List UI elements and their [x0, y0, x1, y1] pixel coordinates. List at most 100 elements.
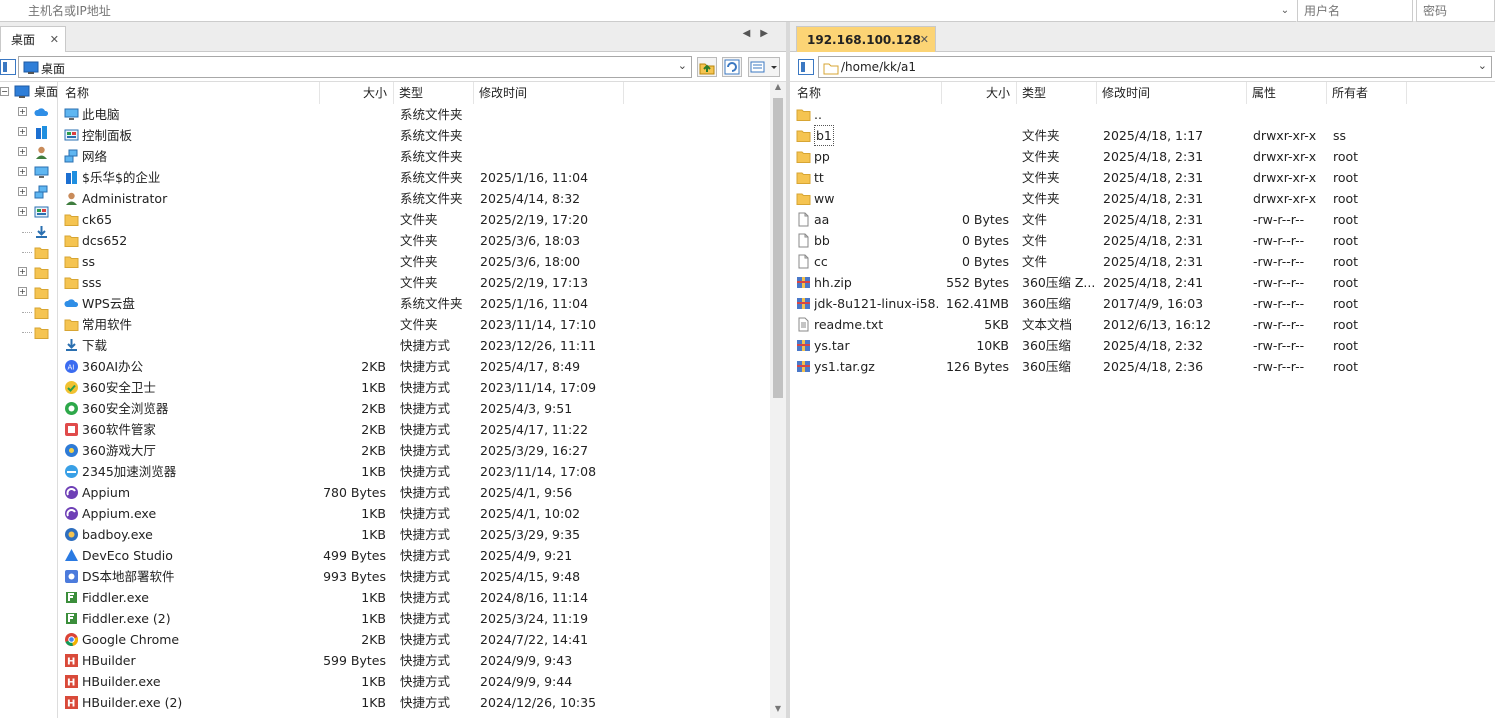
table-row[interactable]: 此电脑 系统文件夹 — [60, 104, 770, 125]
table-row[interactable]: AI 360AI办公 2KB 快捷方式 2025/4/17, 8:49 — [60, 356, 770, 377]
table-row[interactable]: DS本地部署软件 993 Bytes 快捷方式 2025/4/15, 9:48 — [60, 566, 770, 587]
tree-item-desktop[interactable]: 桌面 − — [0, 82, 57, 102]
column-header-permissions[interactable]: 属性 — [1247, 82, 1327, 104]
local-scrollbar[interactable]: ▲ ▼ — [770, 82, 786, 718]
table-row[interactable]: 常用软件 文件夹 2023/11/14, 17:10 — [60, 314, 770, 335]
tab-scroll-arrows[interactable]: ◀▶ — [743, 28, 778, 39]
column-header-mtime[interactable]: 修改时间 — [1097, 82, 1247, 104]
remote-path-combo[interactable]: /home/kk/a1 ⌄ — [818, 56, 1492, 78]
table-row[interactable]: cc 0 Bytes 文件 2025/4/18, 2:31 -rw-r--r-- root — [790, 251, 1495, 272]
table-row[interactable]: sss 文件夹 2025/2/19, 17:13 — [60, 272, 770, 293]
table-row[interactable]: Administrator 系统文件夹 2025/4/14, 8:32 — [60, 188, 770, 209]
tree-expander[interactable]: + — [18, 267, 27, 276]
chevron-down-icon[interactable]: ⌄ — [1478, 59, 1487, 72]
chevron-down-icon[interactable]: ⌄ — [1276, 1, 1294, 21]
table-row[interactable]: 360安全浏览器 2KB 快捷方式 2025/4/3, 9:51 — [60, 398, 770, 419]
tree-expander[interactable]: − — [0, 87, 9, 96]
table-row[interactable]: pp 文件夹 2025/4/18, 2:31 drwxr-xr-x root — [790, 146, 1495, 167]
table-row[interactable]: ys1.tar.gz 126 Bytes 360压缩 2025/4/18, 2:36 -… — [790, 356, 1495, 377]
tree-item[interactable]: + — [0, 142, 57, 162]
tree-item[interactable]: + — [0, 282, 57, 302]
table-row[interactable]: badboy.exe 1KB 快捷方式 2025/3/29, 9:35 — [60, 524, 770, 545]
tree-expander[interactable]: + — [18, 147, 27, 156]
table-row[interactable]: H HBuilder 599 Bytes 快捷方式 2024/9/9, 9:43 — [60, 650, 770, 671]
table-row[interactable]: 控制面板 系统文件夹 — [60, 125, 770, 146]
tree-item[interactable]: + — [0, 262, 57, 282]
table-row[interactable]: ss 文件夹 2025/3/6, 18:00 — [60, 251, 770, 272]
column-header-owner[interactable]: 所有者 — [1327, 82, 1407, 104]
tree-expander[interactable]: + — [18, 207, 27, 216]
table-row[interactable]: Appium.exe 1KB 快捷方式 2025/4/1, 10:02 — [60, 503, 770, 524]
table-row[interactable]: 360安全卫士 1KB 快捷方式 2023/11/14, 17:09 — [60, 377, 770, 398]
tree-item[interactable]: + — [0, 162, 57, 182]
table-row[interactable]: ww 文件夹 2025/4/18, 2:31 drwxr-xr-x root — [790, 188, 1495, 209]
table-row[interactable]: H HBuilder.exe 1KB 快捷方式 2024/9/9, 9:44 — [60, 671, 770, 692]
tree-item[interactable]: + — [0, 122, 57, 142]
table-row[interactable]: 360游戏大厅 2KB 快捷方式 2025/3/29, 16:27 — [60, 440, 770, 461]
tree-expander[interactable]: + — [18, 287, 27, 296]
view-mode-button[interactable] — [748, 57, 780, 77]
refresh-button[interactable] — [722, 57, 742, 77]
close-icon[interactable]: ✕ — [920, 27, 929, 53]
local-path-combo[interactable]: 桌面 ⌄ — [18, 56, 692, 78]
file-size: 0 Bytes — [961, 254, 1009, 269]
app-appium-icon — [64, 485, 79, 500]
tree-item[interactable] — [0, 242, 57, 262]
table-row[interactable]: Fiddler.exe (2) 1KB 快捷方式 2025/3/24, 11:19 — [60, 608, 770, 629]
table-row[interactable]: bb 0 Bytes 文件 2025/4/18, 2:31 -rw-r--r-- root — [790, 230, 1495, 251]
table-row[interactable]: hh.zip 552 Bytes 360压缩 Z... 2025/4/18, 2:41… — [790, 272, 1495, 293]
tree-expander[interactable]: + — [18, 127, 27, 136]
tree-expander[interactable]: + — [18, 167, 27, 176]
column-header-mtime[interactable]: 修改时间 — [474, 82, 624, 104]
table-row[interactable]: Fiddler.exe 1KB 快捷方式 2024/8/16, 11:14 — [60, 587, 770, 608]
close-icon[interactable]: ✕ — [50, 27, 59, 53]
table-row[interactable]: 下载 快捷方式 2023/12/26, 11:11 — [60, 335, 770, 356]
scroll-thumb[interactable] — [773, 98, 783, 398]
password-input[interactable] — [1416, 0, 1495, 22]
scroll-up-icon[interactable]: ▲ — [770, 82, 786, 96]
table-row[interactable]: H HBuilder.exe (2) 1KB 快捷方式 2024/12/26, 10:3… — [60, 692, 770, 713]
archive-icon — [796, 359, 811, 374]
column-header-size[interactable]: 大小 — [320, 82, 394, 104]
table-row[interactable]: 2345加速浏览器 1KB 快捷方式 2023/11/14, 17:08 — [60, 461, 770, 482]
table-row[interactable]: dcs652 文件夹 2025/3/6, 18:03 — [60, 230, 770, 251]
tab-local-desktop[interactable]: 桌面 ✕ — [0, 26, 66, 52]
tree-item[interactable]: + — [0, 182, 57, 202]
tree-item[interactable]: + — [0, 102, 57, 122]
table-row[interactable]: b1 文件夹 2025/4/18, 1:17 drwxr-xr-x ss — [790, 125, 1495, 146]
table-row[interactable]: $乐华$的企业 系统文件夹 2025/1/16, 11:04 — [60, 167, 770, 188]
scroll-down-icon[interactable]: ▼ — [770, 704, 786, 718]
table-row[interactable]: ys.tar 10KB 360压缩 2025/4/18, 2:32 -rw-r--r--… — [790, 335, 1495, 356]
file-size: 2KB — [361, 401, 386, 416]
tree-item[interactable] — [0, 302, 57, 322]
tree-item[interactable] — [0, 222, 57, 242]
tree-expander[interactable]: + — [18, 107, 27, 116]
table-row[interactable]: aa 0 Bytes 文件 2025/4/18, 2:31 -rw-r--r-- root — [790, 209, 1495, 230]
username-input[interactable] — [1297, 0, 1413, 22]
table-row[interactable]: .. — [790, 104, 1495, 125]
panel-view-icon[interactable] — [798, 59, 814, 75]
table-row[interactable]: WPS云盘 系统文件夹 2025/1/16, 11:04 — [60, 293, 770, 314]
tree-item[interactable]: + — [0, 202, 57, 222]
panel-view-icon[interactable] — [0, 59, 16, 75]
tree-item[interactable] — [0, 322, 57, 342]
file-mtime: 2025/3/24, 11:19 — [480, 611, 589, 626]
table-row[interactable]: 网络 系统文件夹 — [60, 146, 770, 167]
table-row[interactable]: Appium 780 Bytes 快捷方式 2025/4/1, 9:56 — [60, 482, 770, 503]
column-header-type[interactable]: 类型 — [394, 82, 474, 104]
table-row[interactable]: readme.txt 5KB 文本文档 2012/6/13, 16:12 -rw-r--… — [790, 314, 1495, 335]
desktop-icon — [23, 61, 39, 78]
tree-expander[interactable]: + — [18, 187, 27, 196]
table-row[interactable]: jdk-8u121-linux-i58... 162.41MB 360压缩 2017/… — [790, 293, 1495, 314]
table-row[interactable]: tt 文件夹 2025/4/18, 2:31 drwxr-xr-x root — [790, 167, 1495, 188]
tab-remote-host[interactable]: 192.168.100.128 ✕ — [796, 26, 936, 52]
table-row[interactable]: ck65 文件夹 2025/2/19, 17:20 — [60, 209, 770, 230]
table-row[interactable]: Google Chrome 2KB 快捷方式 2024/7/22, 14:41 — [60, 629, 770, 650]
table-row[interactable]: 360软件管家 2KB 快捷方式 2025/4/17, 11:22 — [60, 419, 770, 440]
chevron-down-icon[interactable]: ⌄ — [678, 59, 687, 72]
host-input[interactable] — [0, 0, 1296, 22]
column-header-type[interactable]: 类型 — [1017, 82, 1097, 104]
table-row[interactable]: DevEco Studio 499 Bytes 快捷方式 2025/4/9, 9:21 — [60, 545, 770, 566]
parent-folder-button[interactable] — [697, 57, 717, 77]
column-header-size[interactable]: 大小 — [942, 82, 1017, 104]
